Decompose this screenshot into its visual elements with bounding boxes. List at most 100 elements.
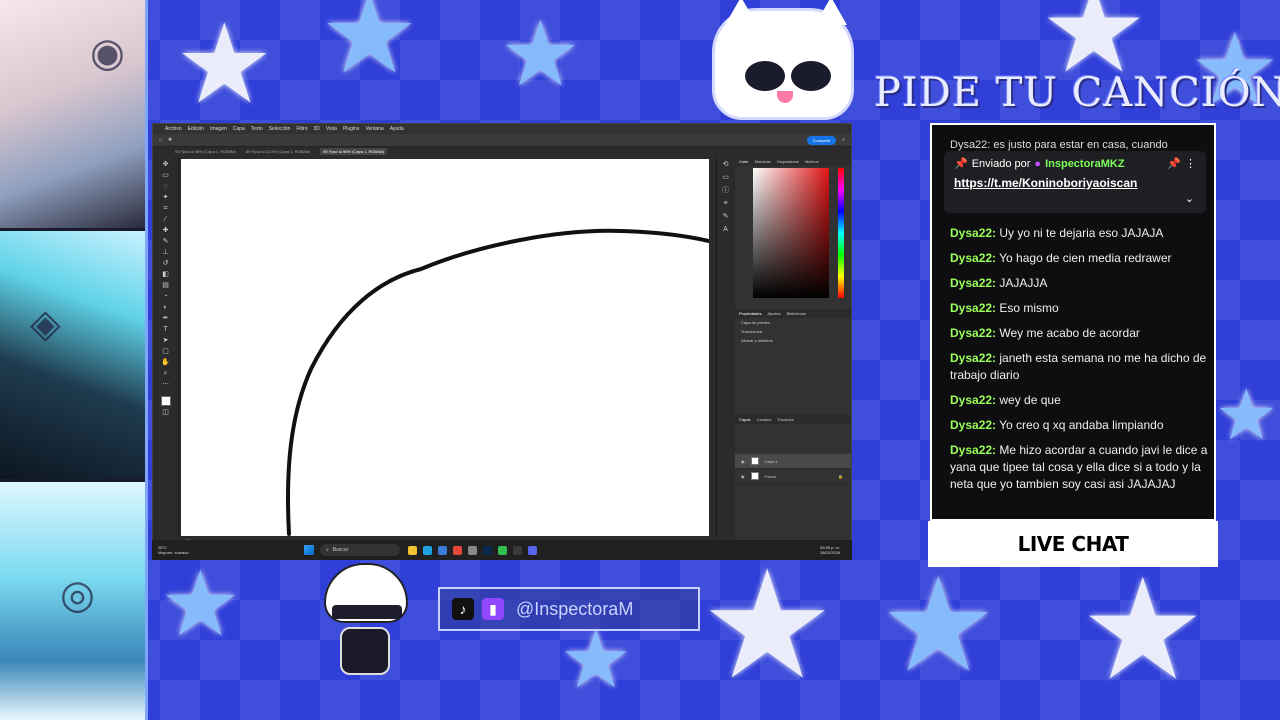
magic-wand-icon[interactable]: ✦ <box>161 194 170 202</box>
whatsapp-icon[interactable] <box>498 545 507 555</box>
chat-username[interactable]: Dysa22: <box>950 393 996 407</box>
chat-message: Dysa22: Uy yo ni te dejaria eso JAJAJA <box>950 225 1208 242</box>
tab-libraries[interactable]: Bibliotecas <box>787 311 806 316</box>
share-button[interactable]: Compartir <box>806 135 837 145</box>
brush-settings-icon[interactable]: ✎ <box>721 213 730 221</box>
menu-item[interactable]: Imagen <box>210 126 227 132</box>
blur-tool-icon[interactable]: ◔ <box>161 293 170 301</box>
shape-tool-icon[interactable]: ▢ <box>161 348 170 356</box>
history-brush-icon[interactable]: ↺ <box>161 260 170 268</box>
tab-adjustments[interactable]: Ajustes <box>767 311 780 316</box>
chat-message: Dysa22: janeth esta semana no me ha dich… <box>950 350 1208 384</box>
tab-layers[interactable]: Capas <box>739 417 751 422</box>
adjust-icon[interactable]: ≡ <box>721 200 730 208</box>
document-tab[interactable]: 89 Fpsd al 15,5% (Capa 1, RGB/8#) <box>246 149 310 154</box>
menu-item[interactable]: Selección <box>269 126 291 132</box>
info-icon[interactable]: ⓘ <box>721 187 730 195</box>
chat-username[interactable]: Dysa22: <box>950 226 996 240</box>
pin-icon[interactable]: 📌 <box>1167 157 1181 170</box>
chat-username[interactable]: Dysa22: <box>950 326 996 340</box>
chat-username[interactable]: Dysa22: <box>950 443 996 457</box>
chat-message-list: Dysa22: Uy yo ni te dejaria eso JAJAJA Dy… <box>950 225 1208 501</box>
props-row[interactable]: Alinear y distribuir <box>735 336 851 345</box>
layer-row[interactable]: ◉ Fondo 🔒 <box>735 469 851 484</box>
menu-item[interactable]: Plugins <box>343 126 359 132</box>
tiktok-icon: ♪ <box>452 598 474 620</box>
file-explorer-icon[interactable] <box>408 545 417 555</box>
tab-paths[interactable]: Trazados <box>777 417 794 422</box>
menu-item[interactable]: Ayuda <box>390 126 404 132</box>
chat-username[interactable]: Dysa22: <box>950 351 996 365</box>
tab-patterns[interactable]: Motivos <box>805 159 819 164</box>
chevron-down-icon[interactable]: ⌄ <box>1185 192 1194 205</box>
chat-username[interactable]: Dysa22: <box>950 418 996 432</box>
gradient-tool-icon[interactable]: ▤ <box>161 282 170 290</box>
zoom-tool-icon[interactable]: ⌕ <box>161 370 170 378</box>
color-picker-field[interactable] <box>753 168 829 298</box>
taskbar-search[interactable]: ⌕ Buscar <box>320 544 400 556</box>
discord-icon[interactable] <box>528 545 537 555</box>
tab-channels[interactable]: Canales <box>757 417 772 422</box>
tab-swatches[interactable]: Muestras <box>755 159 771 164</box>
search-icon[interactable]: ⌕ <box>842 137 845 143</box>
start-button[interactable] <box>304 545 314 555</box>
brush-tool-icon[interactable]: ✎ <box>161 238 170 246</box>
hand-tool-icon[interactable]: ✋ <box>161 359 170 367</box>
visibility-eye-icon[interactable]: ◉ <box>741 459 745 464</box>
page-title: PIDE TU CANCIÓN <box>874 70 1280 116</box>
tab-properties[interactable]: Propiedades <box>739 311 761 316</box>
visibility-eye-icon[interactable]: ◉ <box>741 474 745 479</box>
foreground-color-swatch[interactable] <box>160 396 171 406</box>
tab-color[interactable]: Color <box>739 159 749 164</box>
more-options-icon[interactable]: ⋮ <box>1185 157 1196 170</box>
pinned-link[interactable]: https://t.me/Koninoboriyaoiscan <box>954 176 1196 190</box>
history-icon[interactable]: ⟲ <box>721 161 730 169</box>
settings-icon[interactable] <box>468 545 477 555</box>
taskbar-clock[interactable]: 05:59 p. m. 28/02/2026 <box>820 545 840 555</box>
marquee-tool-icon[interactable]: ▭ <box>161 172 170 180</box>
chat-username[interactable]: Dysa22: <box>950 251 996 265</box>
move-tool-icon[interactable]: ✥ <box>168 137 172 143</box>
menu-item[interactable]: Ventana <box>365 126 383 132</box>
home-icon[interactable]: ⌂ <box>159 137 162 143</box>
path-select-icon[interactable]: ➤ <box>161 337 170 345</box>
drawing-canvas[interactable] <box>181 159 709 536</box>
type-tool-icon[interactable]: T <box>161 326 170 334</box>
quick-mask-icon[interactable]: ◫ <box>161 409 170 417</box>
chrome-icon[interactable] <box>453 545 462 555</box>
dodge-tool-icon[interactable]: ◐ <box>161 304 170 312</box>
pen-tool-icon[interactable]: ✒ <box>161 315 170 323</box>
eyedropper-icon[interactable]: ⁄ <box>161 216 170 224</box>
document-tab-active[interactable]: 89 Fpsd al 98% (Capa 1, RGB/8#) <box>320 148 388 155</box>
stamp-tool-icon[interactable]: ⊥ <box>161 249 170 257</box>
menu-item[interactable]: Archivo <box>165 126 182 132</box>
chat-username[interactable]: Dysa22: <box>950 276 996 290</box>
menu-item[interactable]: Edición <box>188 126 204 132</box>
star-decoration: ★ <box>175 3 274 126</box>
obs-icon[interactable] <box>513 545 522 555</box>
more-tools-icon[interactable]: ⋯ <box>161 381 170 389</box>
tab-gradients[interactable]: Degradados <box>777 159 799 164</box>
menu-item[interactable]: Capa <box>233 126 245 132</box>
crop-tool-icon[interactable]: ⌗ <box>161 205 170 213</box>
menu-item[interactable]: Filtro <box>296 126 307 132</box>
photoshop-icon[interactable] <box>483 545 492 555</box>
props-row[interactable]: Transformar <box>735 327 851 336</box>
document-tab[interactable]: 93 Fpsd al 98% (Capa 1, RGB/8#) <box>175 149 236 154</box>
menu-item[interactable]: 3D <box>314 126 320 132</box>
layer-row[interactable]: ◉ Capa 1 <box>735 454 851 469</box>
comment-icon[interactable]: ▭ <box>721 174 730 182</box>
healing-brush-icon[interactable]: ✚ <box>161 227 170 235</box>
pinned-user[interactable]: InspectoraMKZ <box>1045 158 1124 170</box>
weather-widget[interactable]: 28°C Mayorm. soleado <box>158 545 218 555</box>
chat-username[interactable]: Dysa22: <box>950 301 996 315</box>
menu-item[interactable]: Vista <box>326 126 337 132</box>
move-tool-icon[interactable]: ✥ <box>161 161 170 169</box>
character-icon[interactable]: A <box>721 226 730 234</box>
hue-slider[interactable] <box>838 168 844 298</box>
store-icon[interactable] <box>438 545 447 555</box>
edge-icon[interactable] <box>423 545 432 555</box>
menu-item[interactable]: Texto <box>251 126 263 132</box>
lasso-tool-icon[interactable]: ◌ <box>161 183 170 191</box>
eraser-tool-icon[interactable]: ◧ <box>161 271 170 279</box>
